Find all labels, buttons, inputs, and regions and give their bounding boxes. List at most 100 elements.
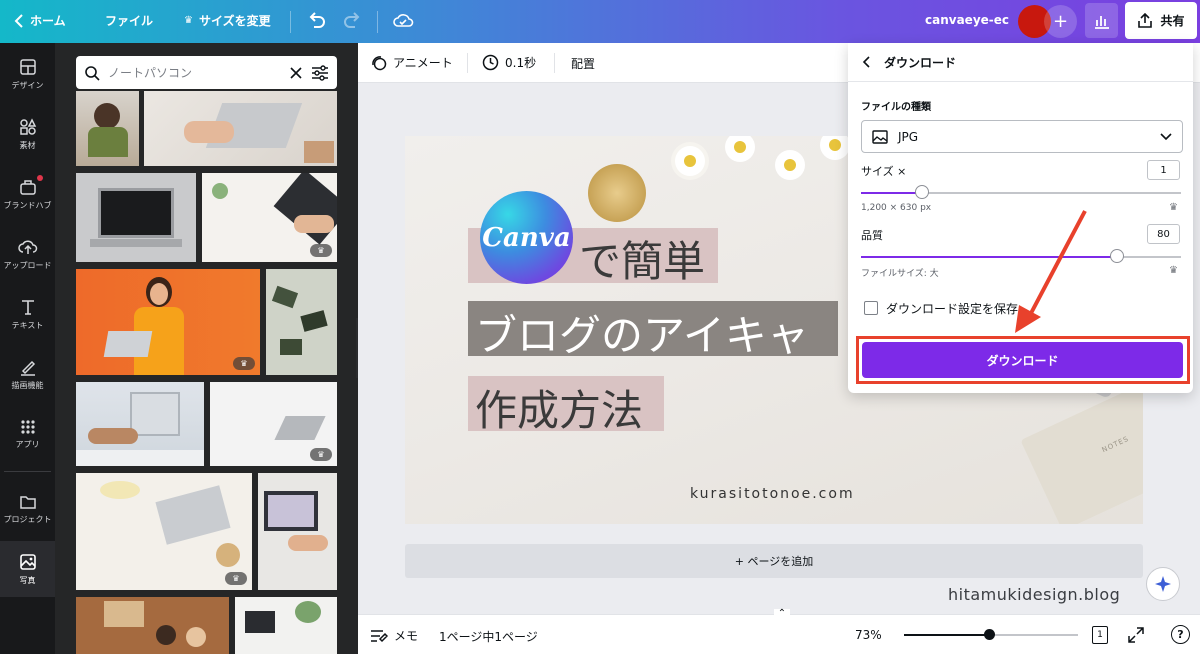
filter-icon[interactable] <box>311 64 329 81</box>
site-url[interactable]: kurasitotonoe.com <box>690 486 855 502</box>
title-line-3[interactable]: 作成方法 <box>475 377 643 438</box>
photo-thumbnail[interactable] <box>76 597 229 654</box>
photo-thumbnail[interactable]: ♛ <box>76 269 260 375</box>
photo-thumbnail[interactable]: ♛ <box>76 473 252 590</box>
crown-icon: ♛ <box>184 15 193 26</box>
chevron-left-icon <box>14 13 23 28</box>
top-bar: ホーム ファイル ♛ サイズを変更 canvaeye-ec + 共有 <box>0 0 1200 43</box>
brand-hub-icon <box>19 179 36 195</box>
photo-thumbnail[interactable] <box>76 91 139 166</box>
zoom-slider-thumb[interactable] <box>984 629 995 640</box>
title-line-1[interactable]: で簡単 <box>579 228 705 289</box>
divider <box>377 11 378 33</box>
nav-item-photos[interactable]: 写真 <box>0 541 55 597</box>
nav-label: アプリ <box>15 439 40 449</box>
size-slider-thumb[interactable] <box>915 185 929 199</box>
nav-label: 写真 <box>19 575 36 585</box>
design-icon <box>19 58 36 75</box>
photos-panel: ノートパソコン ♛ ♛ ♛ ♛ <box>55 43 358 654</box>
nav-item-upload[interactable]: アップロード <box>0 226 55 282</box>
nav-item-projects[interactable]: プロジェクト <box>0 481 55 537</box>
nav-item-apps[interactable]: アプリ <box>0 406 55 462</box>
photo-thumbnail[interactable]: ♛ <box>202 173 337 262</box>
position-button[interactable]: 配置 <box>571 55 595 72</box>
clock-icon <box>482 54 499 71</box>
close-icon[interactable] <box>289 66 303 80</box>
project-name[interactable]: canvaeye-ec <box>925 13 1009 27</box>
zoom-percent[interactable]: 73% <box>855 628 882 642</box>
nav-item-elements[interactable]: 素材 <box>0 106 55 162</box>
quality-input[interactable]: 80 <box>1147 224 1180 244</box>
cloud-saved-icon[interactable] <box>392 11 414 31</box>
add-page-button[interactable]: + ページを追加 <box>405 544 1143 578</box>
photo-thumbnail[interactable] <box>266 269 337 375</box>
crown-icon: ♛ <box>317 246 325 255</box>
download-panel-title: ダウンロード <box>884 55 957 70</box>
zoom-slider-fill <box>904 634 989 636</box>
image-icon <box>872 129 888 144</box>
photo-thumbnail[interactable] <box>144 91 337 166</box>
nav-item-design[interactable]: デザイン <box>0 46 55 102</box>
file-size-info: ファイルサイズ: 大 <box>861 269 939 279</box>
download-button-label: ダウンロード <box>986 353 1059 368</box>
size-input[interactable]: 1 <box>1147 160 1180 180</box>
search-value: ノートパソコン <box>108 66 193 80</box>
add-collaborator-button[interactable]: + <box>1044 5 1077 38</box>
save-settings-checkbox[interactable] <box>864 301 878 315</box>
file-menu[interactable]: ファイル <box>105 12 153 29</box>
file-type-select[interactable]: JPG <box>861 120 1183 153</box>
quality-slider-thumb[interactable] <box>1110 249 1124 263</box>
back-icon[interactable] <box>862 56 870 68</box>
resize-button[interactable]: ♛ サイズを変更 <box>184 12 271 29</box>
fullscreen-icon[interactable] <box>1128 627 1144 643</box>
help-button[interactable]: ? <box>1171 625 1190 644</box>
magic-assistant-button[interactable] <box>1146 567 1180 601</box>
nav-label: テキスト <box>11 320 44 330</box>
redo-icon[interactable] <box>343 11 363 31</box>
photo-thumbnail[interactable] <box>76 173 196 262</box>
toolbar-divider <box>554 53 555 73</box>
notebook-decoration: NOTES <box>1020 381 1143 524</box>
toolbar-divider <box>467 53 468 73</box>
title-line-2[interactable]: ブログのアイキャ <box>475 302 809 363</box>
text-icon <box>21 299 34 315</box>
elements-icon <box>19 117 36 135</box>
share-button[interactable]: 共有 <box>1125 2 1197 39</box>
duration-button[interactable]: 0.1秒 <box>482 54 536 71</box>
size-label: サイズ × <box>861 165 907 178</box>
nav-item-text[interactable]: テキスト <box>0 286 55 342</box>
nav-item-draw[interactable]: 描画機能 <box>0 346 55 402</box>
nav-item-brand-hub[interactable]: ブランドハブ <box>0 166 55 222</box>
left-nav: デザイン 素材 ブランドハブ アップロード テキスト 描画機能 アプリ プロジェ… <box>0 43 55 654</box>
premium-badge: ♛ <box>233 357 255 370</box>
divider <box>848 81 1193 82</box>
draw-icon <box>20 360 35 376</box>
download-button[interactable]: ダウンロード <box>862 342 1183 378</box>
undo-icon[interactable] <box>306 11 326 31</box>
add-page-label: + ページを追加 <box>734 555 814 568</box>
chevron-down-icon <box>1160 132 1172 140</box>
home-button[interactable]: ホーム <box>14 12 66 29</box>
share-icon <box>1138 12 1153 28</box>
save-settings-label[interactable]: ダウンロード設定を保存 <box>886 300 1018 317</box>
chevron-up-icon[interactable]: ⌃ <box>774 609 790 619</box>
animate-button[interactable]: アニメート <box>370 54 453 71</box>
photo-thumbnail[interactable] <box>235 597 337 654</box>
bar-chart-icon <box>1094 15 1109 29</box>
premium-badge: ♛ <box>225 572 247 585</box>
crown-icon: ♛ <box>232 574 240 583</box>
page-count-button[interactable]: 1 <box>1092 626 1108 644</box>
insights-button[interactable] <box>1085 3 1118 38</box>
home-label: ホーム <box>30 14 66 28</box>
photo-thumbnail[interactable] <box>258 473 337 590</box>
upload-icon <box>17 239 37 254</box>
nav-label: 素材 <box>19 140 36 150</box>
nav-divider <box>4 471 51 472</box>
animate-icon <box>372 56 387 71</box>
photo-thumbnail[interactable] <box>76 382 204 466</box>
resize-label: サイズを変更 <box>198 14 271 28</box>
search-input[interactable]: ノートパソコン <box>76 56 337 89</box>
photo-thumbnail[interactable]: ♛ <box>210 382 337 466</box>
notes-button[interactable]: メモ <box>370 627 418 644</box>
nav-label: デザイン <box>11 80 44 90</box>
